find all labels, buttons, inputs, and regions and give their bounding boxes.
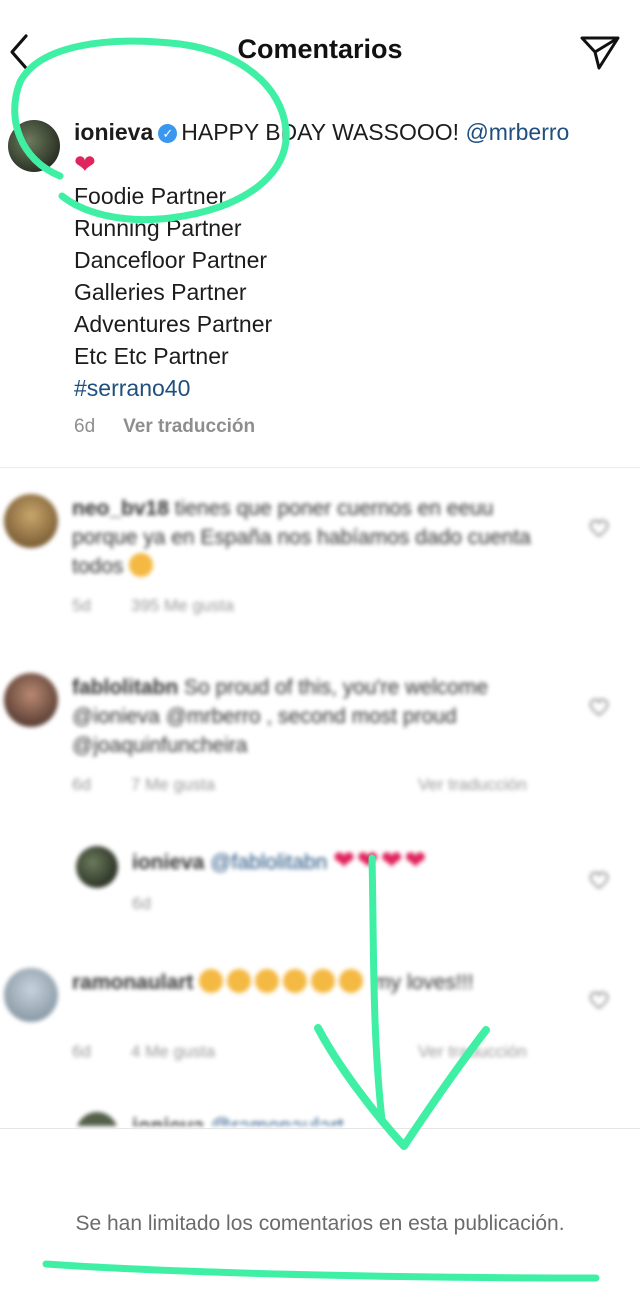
avatar[interactable] bbox=[76, 846, 118, 888]
translate-link[interactable]: Ver traducción bbox=[418, 1042, 527, 1062]
comment-time: 6d bbox=[132, 894, 151, 913]
caption-username[interactable]: ionieva bbox=[74, 119, 153, 145]
translate-link[interactable]: Ver traducción bbox=[123, 416, 255, 437]
comment-username[interactable]: neo_bv18 bbox=[72, 497, 169, 520]
emoji-icon bbox=[255, 969, 280, 993]
caption-line: Running Partner bbox=[74, 215, 242, 241]
comment-likes[interactable]: 7 Me gusta bbox=[131, 775, 215, 794]
comment-meta: 6d 7 Me gusta Ver traducción bbox=[72, 775, 572, 795]
emoji-icon bbox=[129, 553, 154, 577]
comment-username[interactable]: ramonaulart bbox=[72, 971, 193, 994]
like-heart-icon[interactable] bbox=[588, 518, 610, 538]
comment-likes[interactable]: 395 Me gusta bbox=[131, 596, 234, 615]
caption-line: Dancefloor Partner bbox=[74, 247, 268, 273]
emoji-icon bbox=[199, 969, 224, 993]
emoji-icon bbox=[283, 969, 308, 993]
emoji-icon bbox=[339, 969, 364, 993]
caption-mention[interactable]: @mrberro bbox=[465, 119, 569, 145]
comment-username[interactable]: ionieva bbox=[132, 851, 204, 874]
avatar[interactable] bbox=[76, 1112, 118, 1126]
comment-time: 6d bbox=[72, 1042, 91, 1061]
avatar[interactable] bbox=[4, 673, 58, 727]
caption-text: ionieva ✓ HAPPY BDAY WASSOOO! @mrberro ❤ F… bbox=[74, 116, 629, 404]
caption-headline: HAPPY BDAY WASSOOO! bbox=[181, 119, 460, 145]
like-heart-icon[interactable] bbox=[588, 990, 610, 1010]
comment-body: my loves!!! bbox=[373, 971, 474, 994]
comment-time: 6d bbox=[72, 775, 91, 794]
comment-time: 5d bbox=[72, 596, 91, 615]
avatar[interactable] bbox=[4, 968, 58, 1022]
comment-text: neo_bv18 tienes que poner cuernos en eeu… bbox=[72, 494, 552, 581]
comment-username[interactable]: fablolitabn bbox=[72, 676, 178, 699]
reply-item: ionieva @ramonaulart bbox=[0, 1112, 640, 1126]
comment-username[interactable]: ionieva bbox=[132, 1115, 204, 1126]
caption-line: Etc Etc Partner bbox=[74, 343, 229, 369]
caption-line: Adventures Partner bbox=[74, 311, 273, 337]
avatar[interactable] bbox=[8, 120, 60, 172]
comment-meta: 6d 4 Me gusta Ver traducción bbox=[72, 1042, 582, 1062]
caption-line: Foodie Partner bbox=[74, 183, 227, 209]
comment-body: @fablolitabn bbox=[210, 851, 328, 874]
caption-hashtag[interactable]: #serrano40 bbox=[74, 372, 629, 404]
emoji-icon bbox=[227, 969, 252, 993]
page-title: Comentarios bbox=[237, 34, 403, 64]
comment-body: @ramonaulart bbox=[210, 1115, 343, 1126]
comment-text: fablolitabn So proud of this, you're wel… bbox=[72, 673, 552, 760]
divider bbox=[0, 1128, 640, 1129]
like-heart-icon[interactable] bbox=[588, 870, 610, 890]
comment-text: ionieva @ramonaulart bbox=[132, 1112, 562, 1126]
like-heart-icon[interactable] bbox=[588, 697, 610, 717]
annotation-underline bbox=[42, 1260, 600, 1282]
divider bbox=[0, 467, 640, 468]
comment-likes[interactable]: 4 Me gusta bbox=[131, 1042, 215, 1061]
comment-meta: 5d 395 Me gusta bbox=[72, 596, 274, 616]
caption-time: 6d bbox=[74, 416, 96, 437]
hearts-emoji-icon: ❤❤❤❤ bbox=[333, 845, 429, 875]
paper-plane-icon[interactable] bbox=[578, 30, 622, 74]
caption-meta: 6d Ver traducción bbox=[74, 416, 255, 438]
emoji-icon bbox=[311, 969, 336, 993]
comment-text: ionieva @fablolitabn ❤❤❤❤ bbox=[132, 846, 562, 877]
verified-badge-icon: ✓ bbox=[158, 124, 178, 143]
translate-link[interactable]: Ver traducción bbox=[418, 775, 527, 795]
comment-text: ramonaulart my loves!!! bbox=[72, 968, 552, 997]
avatar[interactable] bbox=[4, 494, 58, 548]
comments-limited-notice: Se han limitado los comentarios en esta … bbox=[75, 1212, 565, 1235]
header-bar: Comentarios bbox=[0, 0, 640, 100]
caption-line: Galleries Partner bbox=[74, 279, 247, 305]
heart-emoji-icon: ❤ bbox=[74, 149, 96, 179]
comment-meta: 6d bbox=[132, 894, 191, 914]
